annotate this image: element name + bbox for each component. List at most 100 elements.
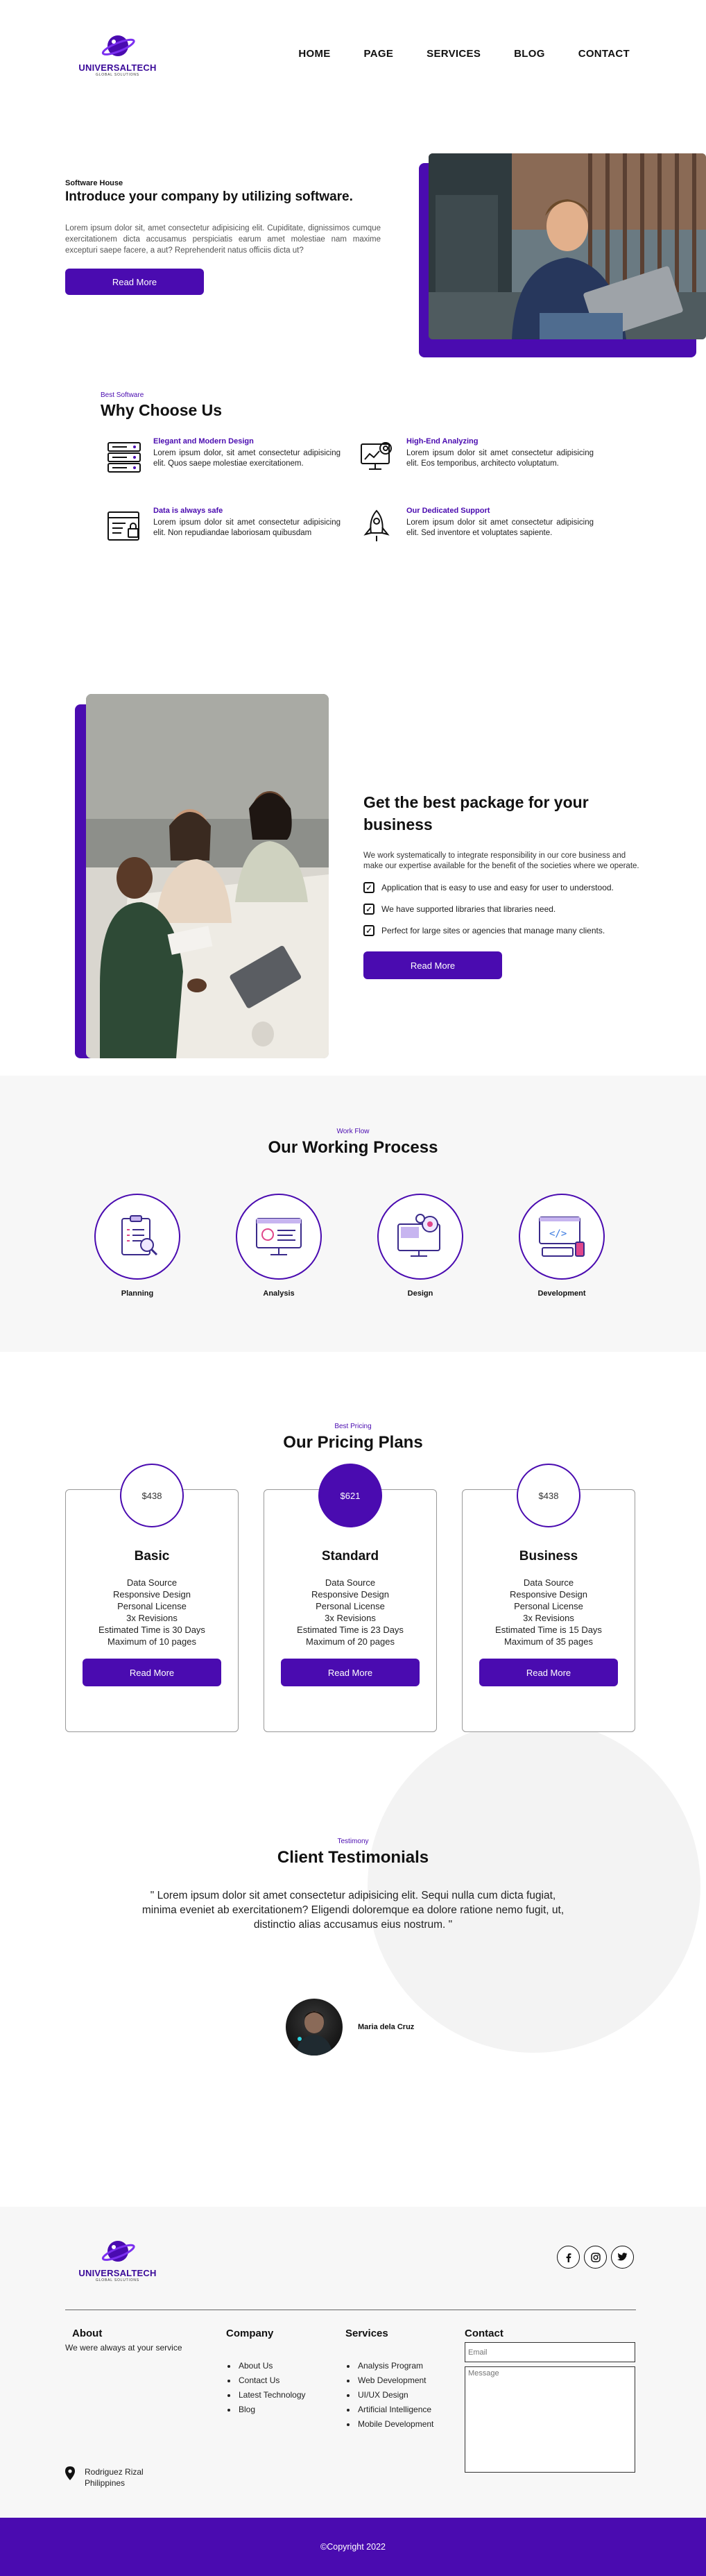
planet-logo-icon [101,35,135,56]
nav-services[interactable]: SERVICES [427,48,481,60]
footer-link[interactable]: Web Development [356,2373,434,2388]
plan-feature: Personal License [316,1601,385,1611]
step-development: </> Development [513,1194,610,1298]
pricing-title: Our Pricing Plans [283,1433,423,1452]
code-monitor-icon: </> [539,1217,585,1257]
plan-price: $438 [120,1464,184,1527]
footer-link[interactable]: Latest Technology [237,2388,337,2403]
footer-link[interactable]: UI/UX Design [356,2388,434,2403]
process-eyebrow: Work Flow [336,1128,370,1135]
footer-link[interactable]: About Us [237,2359,337,2373]
step-planning: Planning [89,1194,186,1298]
location-pin-icon [65,2466,75,2480]
footer-services-title: Services [345,2328,388,2339]
step-analysis: Analysis [230,1194,327,1298]
location-line: Rodriguez Rizal [85,2467,144,2477]
step-circle [94,1194,180,1280]
plan-feature: Estimated Time is 15 Days [495,1625,602,1635]
feature-title: High-End Analyzing [406,437,479,446]
nav-page[interactable]: PAGE [364,48,394,60]
why-eyebrow: Best Software [101,391,144,399]
plan-name: Basic [134,1549,170,1564]
step-label: Planning [121,1289,154,1298]
brand-name: UNIVERSALTECH [78,2268,157,2278]
hero-section: Software House Introduce your company by… [0,108,706,385]
nav-home[interactable]: HOME [298,48,330,60]
check-item: ✓ Perfect for large sites or agencies th… [363,925,641,936]
package-section: Get the best package for your business W… [0,677,706,1076]
working-process-section: Work Flow Our Working Process Planning A… [0,1076,706,1352]
why-title: Why Choose Us [101,401,223,419]
instagram-icon[interactable] [584,2246,607,2269]
brand-logo[interactable]: UNIVERSALTECH GLOBAL SOLUTIONS [78,31,157,77]
footer-company-title: Company [226,2328,274,2339]
server-stack-icon [107,442,141,473]
plan-feature: Responsive Design [509,1589,587,1600]
feature-title: Elegant and Modern Design [153,437,254,446]
plan-price: $438 [517,1464,580,1527]
plan-features: Data Source Responsive Design Personal L… [463,1577,635,1647]
plan-features: Data Source Responsive Design Personal L… [264,1577,436,1647]
plan-feature: Personal License [514,1601,583,1611]
footer-location: Rodriguez Rizal Philippines [65,2466,144,2489]
main-menu: HOME PAGE SERVICES BLOG CONTACT [298,48,630,60]
brand-name: UNIVERSALTECH [78,62,157,73]
footer-logo[interactable]: UNIVERSALTECH GLOBAL SOLUTIONS [78,2236,157,2282]
copyright-bar: ©Copyright 2022 [0,2518,706,2576]
email-field[interactable] [465,2342,635,2362]
checkbox-checked-icon: ✓ [363,925,374,936]
svg-text:</>: </> [549,1228,567,1239]
step-circle: </> [519,1194,605,1280]
plan-read-more-button[interactable]: Read More [83,1659,221,1686]
footer-services-links: Analysis Program Web Development UI/UX D… [345,2359,434,2432]
footer: UNIVERSALTECH GLOBAL SOLUTIONS About We … [0,2207,706,2518]
footer-link[interactable]: Blog [237,2403,337,2417]
footer-link[interactable]: Artificial Intelligence [356,2403,434,2417]
package-read-more-button[interactable]: Read More [363,951,502,979]
process-title: Our Working Process [268,1138,438,1157]
plan-feature: Data Source [126,1577,178,1588]
plan-name: Business [519,1549,578,1564]
package-title: Get the best package for your business [363,793,589,833]
facebook-icon[interactable] [557,2246,580,2269]
social-links [557,2246,634,2269]
plan-name: Standard [321,1549,379,1564]
nav-contact[interactable]: CONTACT [578,48,630,60]
feature-title: Data is always safe [153,507,223,515]
footer-about-text: We were always at your service [65,2343,182,2353]
feature-title: Our Dedicated Support [406,507,490,515]
analytics-monitor-icon [256,1218,302,1255]
pricing-eyebrow: Best Pricing [334,1423,372,1430]
footer-link[interactable]: Contact Us [237,2373,337,2388]
plan-features: Data Source Responsive Design Personal L… [66,1577,238,1647]
hero-title: Introduce your company by utilizing soft… [65,189,353,204]
team-meeting-photo [86,694,329,1058]
hero-read-more-button[interactable]: Read More [65,269,204,295]
brand-tagline: GLOBAL SOLUTIONS [96,2278,139,2282]
footer-link[interactable]: Analysis Program [356,2359,434,2373]
plan-card-business: $438 Business Data Source Responsive Des… [462,1464,635,1732]
step-design: Design [372,1194,469,1298]
plan-read-more-button[interactable]: Read More [479,1659,618,1686]
message-field[interactable] [465,2366,635,2473]
twitter-icon[interactable] [611,2246,634,2269]
plan-feature: Maximum of 10 pages [107,1636,196,1647]
why-choose-us-section: Best Software Why Choose Us Elegant and … [0,385,706,677]
plan-feature: Data Source [325,1577,376,1588]
plan-feature: Maximum of 20 pages [306,1636,395,1647]
package-photo [86,694,329,1058]
rocket-icon [363,509,390,541]
footer-about: About We were always at your service [65,2328,190,2353]
footer-company-links: About Us Contact Us Latest Technology Bl… [226,2359,337,2417]
top-navbar: UNIVERSALTECH GLOBAL SOLUTIONS HOME PAGE… [0,0,706,108]
plan-feature: Estimated Time is 23 Days [297,1625,404,1635]
plan-feature: Personal License [117,1601,187,1611]
footer-link[interactable]: Mobile Development [356,2417,434,2432]
testimonial-section: Testimony Client Testimonials " Lorem ip… [0,1818,706,2207]
clipboard-icon [121,1215,158,1256]
step-label: Analysis [263,1289,295,1298]
plan-feature: Maximum of 35 pages [504,1636,593,1647]
nav-blog[interactable]: BLOG [514,48,545,60]
feature-desc: Lorem ipsum dolor sit amet consectetur a… [406,449,594,468]
plan-read-more-button[interactable]: Read More [281,1659,420,1686]
